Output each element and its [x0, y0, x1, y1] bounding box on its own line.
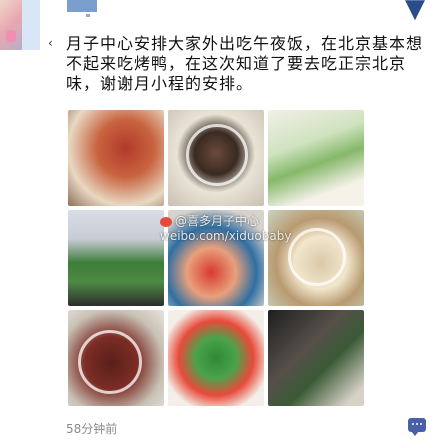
- photo-9[interactable]: [268, 310, 364, 406]
- heart-shape-icon[interactable]: ▼: [400, 0, 430, 22]
- photo-7[interactable]: [68, 310, 164, 406]
- photo-4[interactable]: [68, 210, 164, 306]
- photo-8[interactable]: [168, 310, 264, 406]
- post-timestamp: 58分钟前: [66, 422, 118, 436]
- post-text: 月子中心安排大家外出吃午夜饭，在北京基本想不起来吃烤鸭，在这次知道了要去吃正宗北…: [66, 34, 424, 93]
- comment-icon[interactable]: [408, 418, 426, 436]
- user-name-bar[interactable]: [67, 0, 97, 12]
- weibo-icon: [160, 216, 172, 227]
- plate-shape: [78, 330, 142, 394]
- photo-3[interactable]: [268, 110, 364, 206]
- avatar-stripe: [22, 0, 40, 50]
- plate-shape: [288, 228, 346, 286]
- avatar-mark: [6, 30, 16, 42]
- watermark-handle: @喜多月子中心: [175, 214, 260, 228]
- image-watermark: @喜多月子中心 weibo.com/xiduobaby: [160, 214, 291, 244]
- quote-mark-icon: ‹: [48, 36, 53, 50]
- photo-1[interactable]: [68, 110, 164, 206]
- user-avatar[interactable]: [0, 0, 40, 50]
- name-dot: [86, 14, 90, 17]
- photo-grid: [68, 110, 368, 406]
- watermark-url: weibo.com/xiduobaby: [160, 229, 292, 243]
- photo-2[interactable]: [168, 110, 264, 206]
- plate-shape: [186, 124, 248, 186]
